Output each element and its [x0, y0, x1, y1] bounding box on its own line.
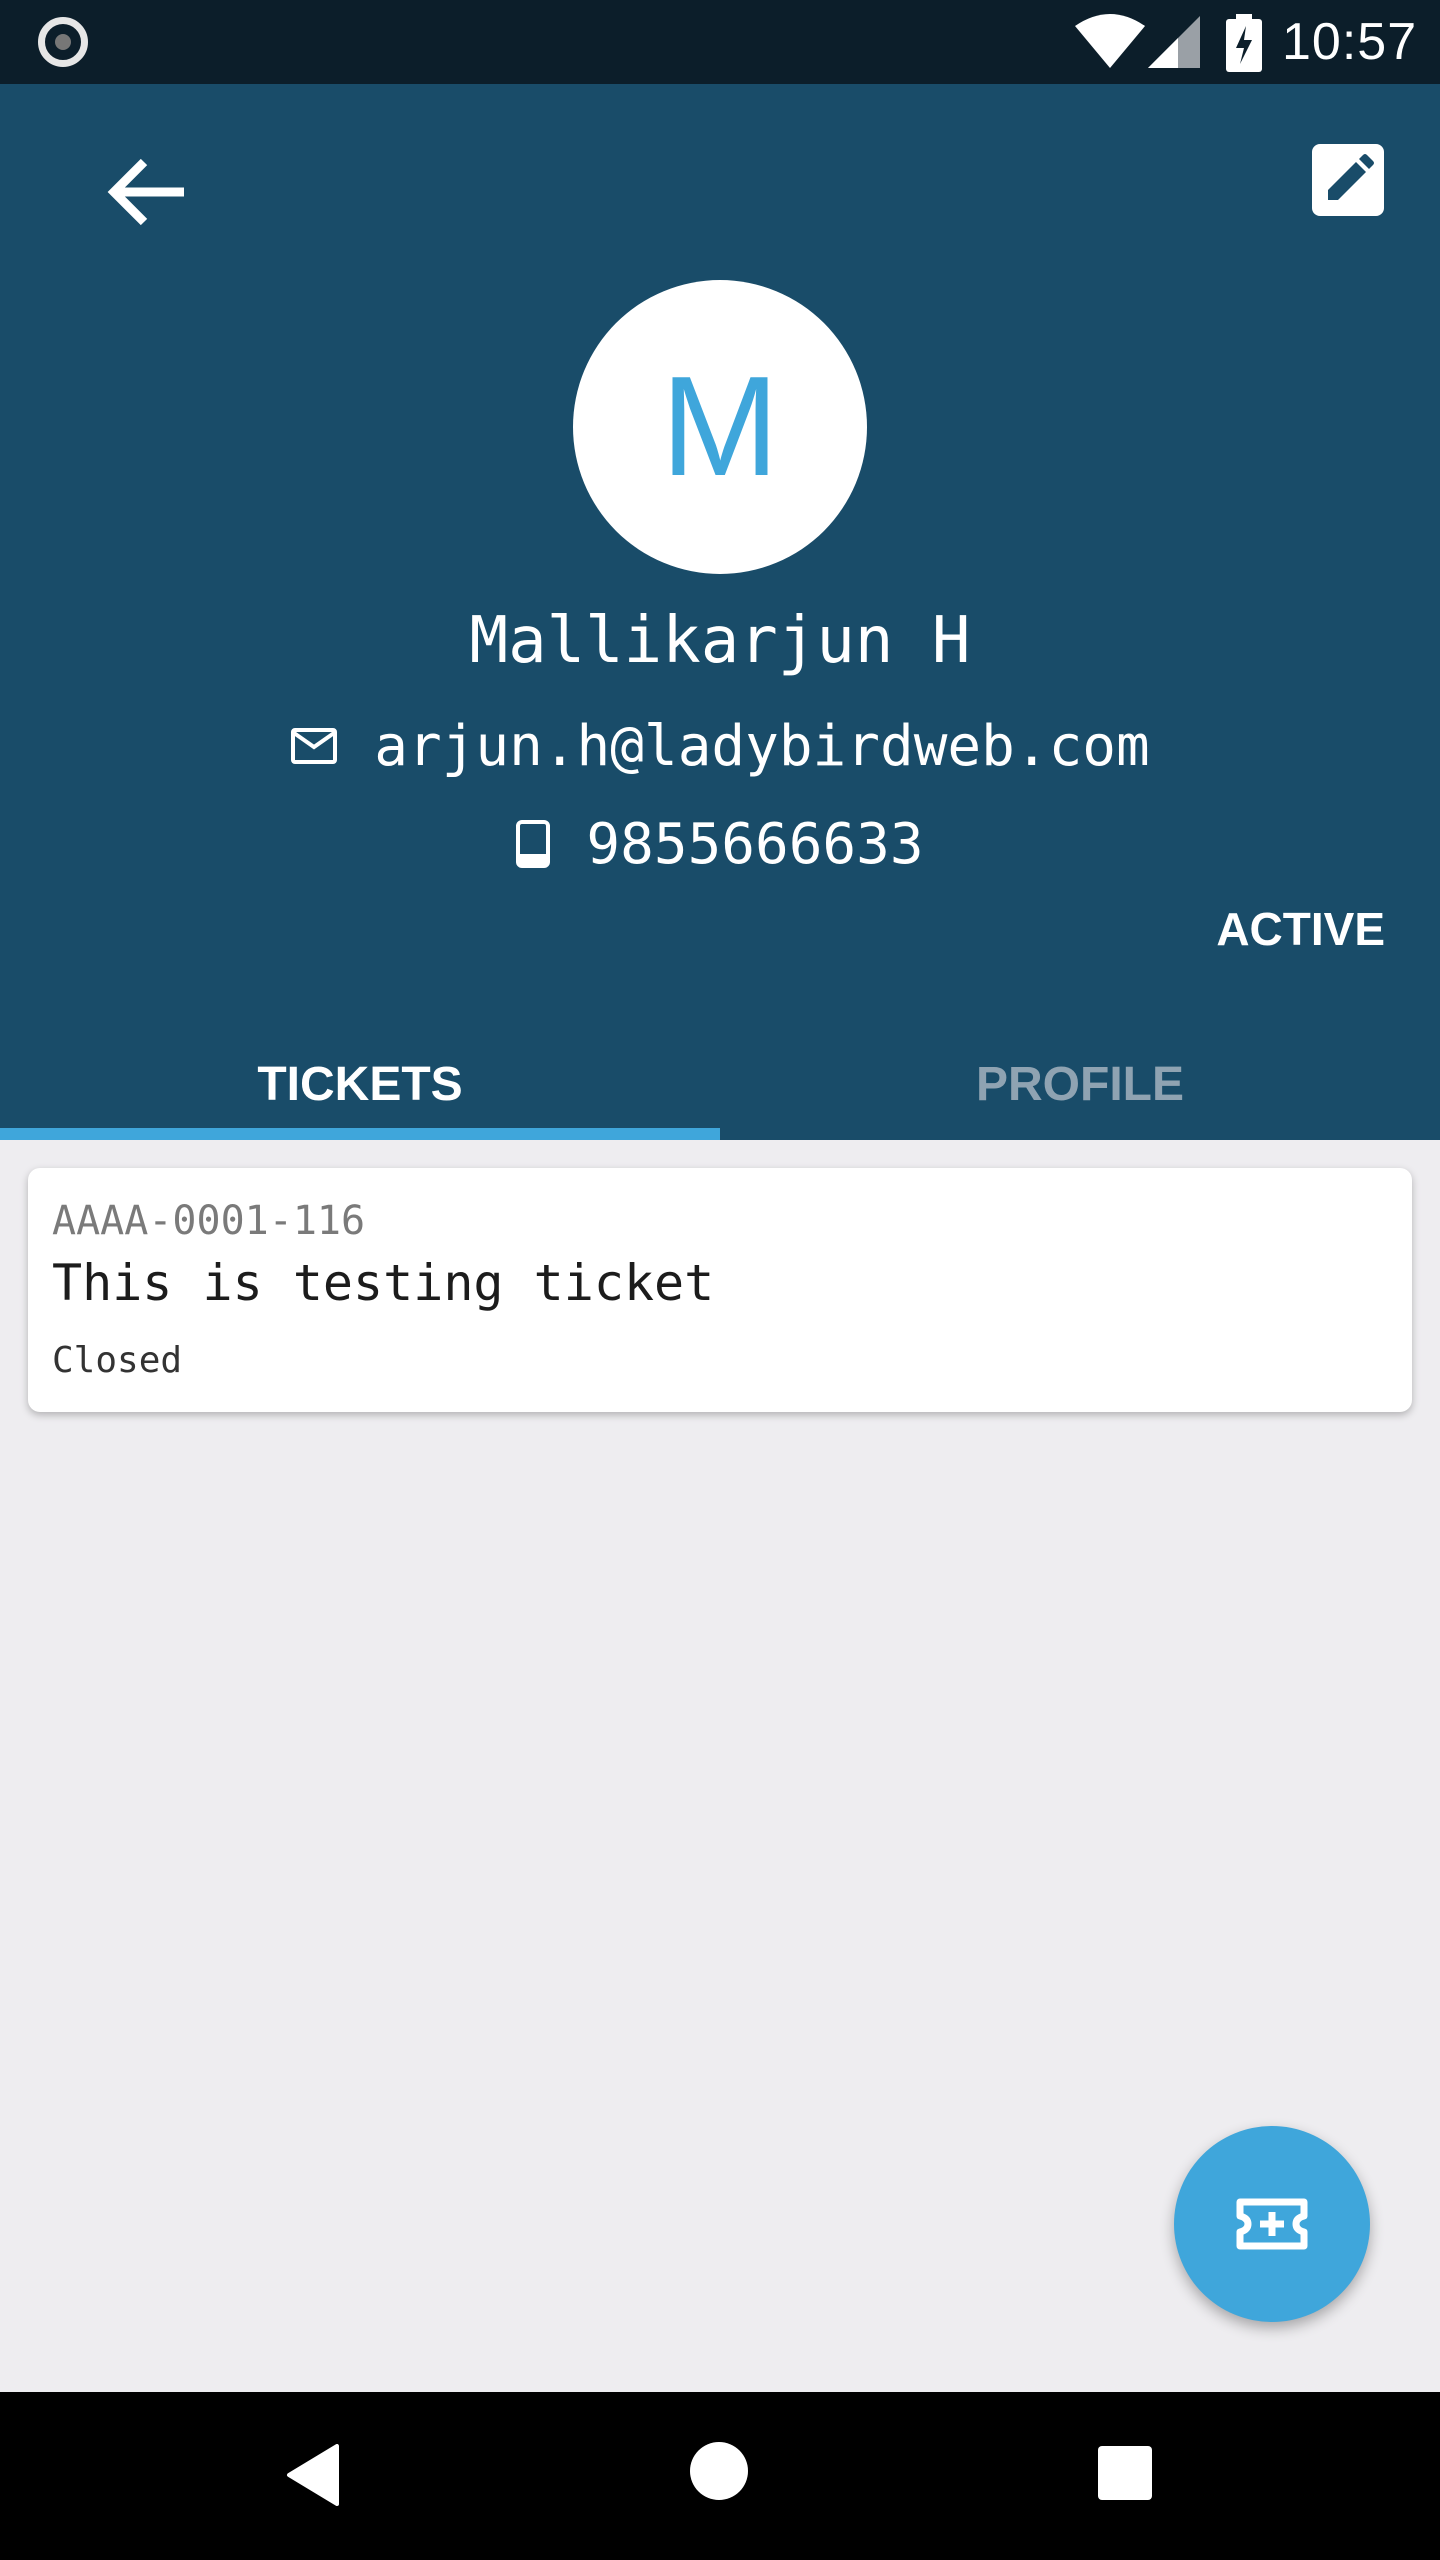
status-badge: ACTIVE [1216, 903, 1385, 955]
avatar-initial: M [660, 347, 780, 506]
wifi-icon [1075, 14, 1145, 68]
contact-email: arjun.h@ladybirdweb.com [374, 713, 1150, 779]
avatar: M [573, 280, 867, 574]
ticket-card[interactable]: AAAA-0001-116 This is testing ticket Clo… [28, 1168, 1412, 1412]
nav-home-icon[interactable] [690, 2442, 748, 2500]
contact-header: M Mallikarjun H arjun.h@ladybirdweb.com … [0, 84, 1440, 1140]
status-bar: 10:57 [0, 0, 1440, 84]
cell-signal-icon [1148, 16, 1200, 68]
nav-recents-icon[interactable] [1098, 2446, 1152, 2500]
system-nav-bar [0, 2392, 1440, 2560]
tab-indicator [0, 1128, 720, 1140]
ticket-add-icon [1236, 2198, 1308, 2250]
notification-dot-icon [38, 17, 88, 67]
tab-tickets[interactable]: TICKETS [0, 1030, 720, 1140]
back-arrow-icon[interactable] [100, 144, 196, 240]
ticket-title: This is testing ticket [52, 1254, 715, 1312]
phone-icon [516, 820, 551, 868]
contact-phone: 9855666633 [586, 811, 924, 877]
ticket-id: AAAA-0001-116 [52, 1198, 366, 1244]
tab-profile[interactable]: PROFILE [720, 1030, 1440, 1140]
edit-pencil-icon[interactable] [1312, 144, 1384, 216]
clock: 10:57 [1282, 13, 1418, 71]
contact-name: Mallikarjun H [469, 604, 971, 678]
create-ticket-button[interactable] [1174, 2126, 1370, 2322]
nav-back-icon[interactable] [285, 2444, 341, 2506]
email-row: arjun.h@ladybirdweb.com [0, 706, 1440, 786]
mail-icon [291, 728, 338, 764]
phone-row: 9855666633 [0, 804, 1440, 884]
battery-charging-icon [1226, 14, 1262, 72]
ticket-status: Closed [52, 1340, 183, 1381]
